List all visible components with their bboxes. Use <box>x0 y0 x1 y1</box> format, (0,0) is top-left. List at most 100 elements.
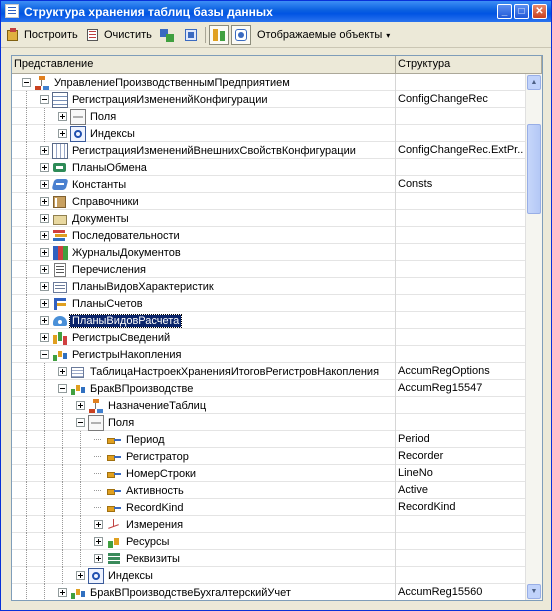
tree-node[interactable]: НомерСтроки <box>94 466 198 481</box>
tool-button-4[interactable] <box>231 25 251 45</box>
expand-toggle[interactable] <box>76 571 85 580</box>
tree-node[interactable]: Реквизиты <box>94 551 182 566</box>
close-button[interactable]: ✕ <box>532 4 547 19</box>
tool-button-3[interactable] <box>209 25 229 45</box>
tree-node[interactable]: Ресурсы <box>94 534 171 549</box>
expand-toggle[interactable] <box>40 282 49 291</box>
tree-row[interactable]: Индексы <box>12 125 525 142</box>
tree-node[interactable]: Измерения <box>94 517 185 532</box>
tree-row[interactable]: БракВПроизводствеБухгалтерскийУчет AccumR… <box>12 584 525 600</box>
expand-toggle[interactable] <box>58 588 67 597</box>
tree-row[interactable]: Константы Consts <box>12 176 525 193</box>
expand-toggle[interactable] <box>40 231 49 240</box>
tree-node[interactable]: RecordKind <box>94 500 185 515</box>
expand-toggle[interactable] <box>40 146 49 155</box>
tree-row[interactable]: Ресурсы <box>12 533 525 550</box>
tree-node[interactable]: Активность <box>94 483 186 498</box>
expand-toggle[interactable] <box>40 333 49 342</box>
expand-toggle[interactable] <box>40 163 49 172</box>
expand-toggle[interactable] <box>40 180 49 189</box>
scroll-thumb[interactable] <box>527 124 541 214</box>
tree-row[interactable]: РегистрыСведений <box>12 329 525 346</box>
tree-row[interactable]: Перечисления <box>12 261 525 278</box>
tree-row[interactable]: РегистрацияИзмененийКонфигурации ConfigCh… <box>12 91 525 108</box>
structure-tree[interactable]: Представление Структура УправлениеПроизв… <box>11 55 543 601</box>
tree-node[interactable]: Период <box>94 432 167 447</box>
tree-node[interactable]: ПланыСчетов <box>40 296 145 311</box>
expand-toggle[interactable] <box>40 197 49 206</box>
expand-toggle[interactable] <box>40 214 49 223</box>
clear-button[interactable]: Очистить <box>85 25 152 45</box>
tree-row[interactable]: УправлениеПроизводственнымПредприятием <box>12 74 525 91</box>
column-header-representation[interactable]: Представление <box>12 56 396 73</box>
minimize-button[interactable]: _ <box>497 4 512 19</box>
tree-node[interactable]: Справочники <box>40 194 141 209</box>
title-bar[interactable]: Структура хранения таблиц базы данных _ … <box>1 1 551 22</box>
tree-node[interactable]: Документы <box>40 211 131 226</box>
tree-node[interactable]: РегистрацияИзмененийКонфигурации <box>40 91 270 108</box>
expand-toggle[interactable] <box>58 112 67 121</box>
tree-row[interactable]: Активность Active <box>12 482 525 499</box>
vertical-scrollbar[interactable]: ▲ ▼ <box>525 74 542 600</box>
tree-row[interactable]: Измерения <box>12 516 525 533</box>
expand-toggle[interactable] <box>94 554 103 563</box>
tree-row[interactable]: Поля <box>12 414 525 431</box>
tree-row[interactable]: ПланыОбмена <box>12 159 525 176</box>
tree-row[interactable]: НомерСтроки LineNo <box>12 465 525 482</box>
expand-toggle[interactable] <box>40 248 49 257</box>
tree-node[interactable]: Последовательности <box>40 228 182 243</box>
tree-node[interactable]: РегистрыСведений <box>40 330 172 345</box>
collapse-toggle[interactable] <box>76 418 85 427</box>
build-button[interactable]: Построить <box>5 25 78 45</box>
tree-node[interactable]: БракВПроизводствеБухгалтерскийУчет <box>58 585 293 600</box>
tree-node[interactable]: Индексы <box>58 125 137 142</box>
tree-node[interactable]: РегистрацияИзмененийВнешнихСвойствКонфиг… <box>40 142 358 159</box>
maximize-button[interactable]: □ <box>514 4 529 19</box>
tree-row[interactable]: Справочники <box>12 193 525 210</box>
tree-row[interactable]: БракВПроизводстве AccumReg15547 <box>12 380 525 397</box>
expand-toggle[interactable] <box>40 299 49 308</box>
tree-row[interactable]: Документы <box>12 210 525 227</box>
tree-row[interactable]: Поля <box>12 108 525 125</box>
tree-node[interactable]: Индексы <box>76 567 155 584</box>
collapse-toggle[interactable] <box>40 350 49 359</box>
tree-row[interactable]: ТаблицаНастроекХраненияИтоговРегистровНа… <box>12 363 525 380</box>
tree-row[interactable]: Регистратор Recorder <box>12 448 525 465</box>
scroll-up-button[interactable]: ▲ <box>527 75 541 90</box>
tree-node[interactable]: ЖурналыДокументов <box>40 245 183 260</box>
tree-row[interactable]: Индексы <box>12 567 525 584</box>
expand-toggle[interactable] <box>58 367 67 376</box>
tree-row[interactable]: Реквизиты <box>12 550 525 567</box>
column-header-structure[interactable]: Структура <box>396 56 542 73</box>
tree-node[interactable]: ПланыВидовРасчета <box>40 313 183 328</box>
tree-node[interactable]: НазначениеТаблиц <box>76 398 208 413</box>
tree-node[interactable]: ПланыОбмена <box>40 160 149 175</box>
expand-toggle[interactable] <box>40 265 49 274</box>
tree-row[interactable]: РегистрацияИзмененийВнешнихСвойствКонфиг… <box>12 142 525 159</box>
tree-row[interactable]: ПланыСчетов <box>12 295 525 312</box>
collapse-toggle[interactable] <box>22 78 31 87</box>
tree-row[interactable]: РегистрыНакопления <box>12 346 525 363</box>
tree-row[interactable]: Период Period <box>12 431 525 448</box>
tree-node[interactable]: УправлениеПроизводственнымПредприятием <box>22 75 292 90</box>
tool-button-1[interactable] <box>159 25 178 45</box>
expand-toggle[interactable] <box>76 401 85 410</box>
tree-row[interactable]: Последовательности <box>12 227 525 244</box>
tool-button-2[interactable] <box>183 25 202 45</box>
tree-row[interactable]: ПланыВидовРасчета <box>12 312 525 329</box>
tree-row[interactable]: НазначениеТаблиц <box>12 397 525 414</box>
tree-node[interactable]: БракВПроизводстве <box>58 381 195 396</box>
scroll-down-button[interactable]: ▼ <box>527 584 541 599</box>
tree-node[interactable]: Поля <box>58 108 118 125</box>
tree-node[interactable]: ПланыВидовХарактеристик <box>40 279 216 294</box>
expand-toggle[interactable] <box>58 129 67 138</box>
tree-node[interactable]: Регистратор <box>94 449 191 464</box>
tree-node[interactable]: Перечисления <box>40 262 148 277</box>
tree-node[interactable]: Константы <box>40 177 128 192</box>
tree-node[interactable]: Поля <box>76 414 136 431</box>
expand-toggle[interactable] <box>94 537 103 546</box>
collapse-toggle[interactable] <box>58 384 67 393</box>
displayed-objects-dropdown[interactable]: Отображаемые объекты ▾ <box>257 25 390 45</box>
tree-row[interactable]: ПланыВидовХарактеристик <box>12 278 525 295</box>
tree-node[interactable]: ТаблицаНастроекХраненияИтоговРегистровНа… <box>58 364 381 379</box>
